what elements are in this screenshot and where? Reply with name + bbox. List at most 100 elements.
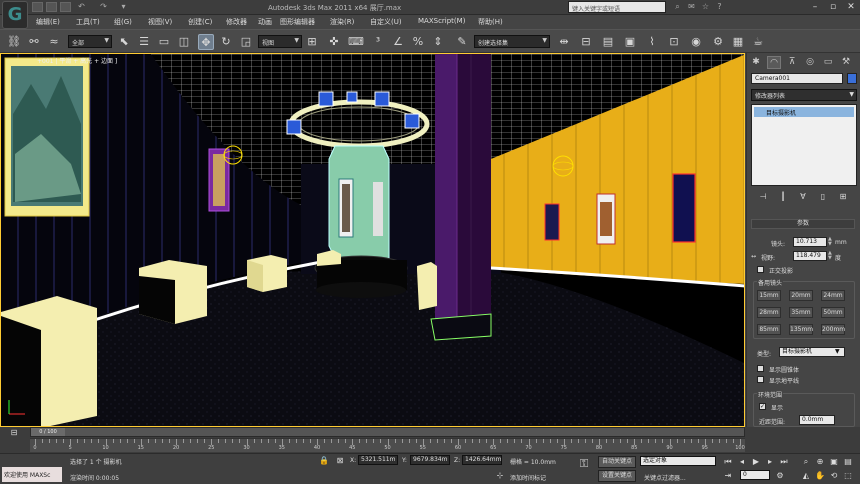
scale-icon[interactable]: ◲ bbox=[238, 34, 254, 50]
menu-maxscript[interactable]: MAXScript(M) bbox=[418, 17, 465, 25]
auto-key-button[interactable]: 自动关键点 bbox=[598, 456, 636, 468]
mirror-icon[interactable]: ⇹ bbox=[556, 34, 572, 50]
lens-50mm-button[interactable]: 50mm bbox=[821, 307, 845, 318]
graphite-icon[interactable]: ▣ bbox=[622, 34, 638, 50]
prev-frame-icon[interactable]: ◂ bbox=[736, 456, 748, 467]
set-key-button[interactable]: 设置关键点 bbox=[598, 470, 636, 482]
menu-edit[interactable]: 编辑(E) bbox=[36, 17, 60, 27]
ref-coord-dropdown[interactable]: 视图 ▼ bbox=[258, 35, 302, 48]
menu-help[interactable]: 帮助(H) bbox=[478, 17, 503, 27]
schematic-view-icon[interactable]: ⊡ bbox=[666, 34, 682, 50]
select-link-icon[interactable]: ⛓ bbox=[6, 34, 22, 50]
render-teapot-icon[interactable]: ☕ bbox=[750, 34, 766, 50]
configure-sets-icon[interactable]: ⊞ bbox=[837, 191, 849, 203]
snap-3d-icon[interactable]: ³ bbox=[370, 34, 386, 50]
y-coord-field[interactable]: 9679.834m bbox=[410, 455, 450, 465]
time-config-icon[interactable]: ⚙ bbox=[774, 470, 786, 481]
fov-direction-icon[interactable]: ↔ bbox=[751, 253, 756, 260]
make-unique-icon[interactable]: ∀ bbox=[797, 191, 809, 203]
bind-space-warp-icon[interactable]: ≈ bbox=[46, 34, 62, 50]
lens-200mm-button[interactable]: 200mm bbox=[821, 324, 845, 335]
motion-tab-icon[interactable]: ◎ bbox=[803, 56, 817, 69]
lens-135mm-button[interactable]: 135mm bbox=[789, 324, 813, 335]
lens-35mm-button[interactable]: 35mm bbox=[789, 307, 813, 318]
open-file-icon[interactable] bbox=[46, 2, 57, 12]
object-name-field[interactable]: Camera001 bbox=[751, 73, 843, 84]
modifier-list-dropdown[interactable]: 修改器列表 ▼ bbox=[751, 89, 857, 101]
time-slider[interactable]: 0 / 100 bbox=[30, 427, 745, 437]
maxscript-listener[interactable]: 欢迎使用 MAXSc bbox=[2, 467, 62, 482]
maximize-viewport-icon[interactable]: ⬚ bbox=[842, 470, 854, 481]
zoom-all-icon[interactable]: ⊕ bbox=[814, 456, 826, 467]
menu-graph-editors[interactable]: 图形编辑器 bbox=[280, 17, 315, 27]
app-logo[interactable]: G bbox=[2, 1, 28, 29]
menu-modifiers[interactable]: 修改器 bbox=[226, 17, 247, 27]
show-cone-checkbox[interactable] bbox=[757, 365, 764, 372]
search-input[interactable]: 键入关键字或短语 bbox=[568, 1, 666, 13]
next-frame-icon[interactable]: ▸ bbox=[764, 456, 776, 467]
play-icon[interactable]: ▶ bbox=[750, 456, 762, 467]
object-color-swatch[interactable] bbox=[847, 73, 857, 84]
key-mode-icon[interactable]: ⇥ bbox=[722, 470, 734, 481]
zoom-extents-icon[interactable]: ▣ bbox=[828, 456, 840, 467]
move-icon[interactable]: ✥ bbox=[198, 34, 214, 50]
fov-spinner[interactable]: ▲ ▼ bbox=[828, 251, 833, 261]
orbit-icon[interactable]: ⟲ bbox=[828, 470, 840, 481]
named-selection-dropdown[interactable]: 创建选择集 ▼ bbox=[474, 35, 550, 48]
layer-manager-icon[interactable]: ▤ bbox=[600, 34, 616, 50]
redo-icon[interactable]: ↷ bbox=[98, 2, 109, 12]
select-by-name-icon[interactable]: ☰ bbox=[136, 34, 152, 50]
close-icon[interactable]: ✕ bbox=[844, 1, 858, 13]
create-tab-icon[interactable]: ✱ bbox=[749, 56, 763, 69]
pan-icon[interactable]: ✋ bbox=[814, 470, 826, 481]
add-time-tag[interactable]: 添加时间标记 bbox=[510, 473, 546, 482]
menu-animation[interactable]: 动画 bbox=[258, 17, 272, 27]
minimize-icon[interactable]: – bbox=[808, 1, 822, 13]
near-range-input[interactable]: 0.0mm bbox=[799, 415, 835, 425]
selection-filter-dropdown[interactable]: 全部 ▼ bbox=[68, 35, 112, 48]
show-ranges-checkbox[interactable]: ✓ bbox=[759, 403, 766, 410]
lens-85mm-button[interactable]: 85mm bbox=[757, 324, 781, 335]
fov-input[interactable]: 118.479 bbox=[793, 251, 827, 261]
viewport-label[interactable]: +001 | 平滑 + 高光 + 边面 ] bbox=[7, 56, 117, 65]
utilities-tab-icon[interactable]: ⚒ bbox=[839, 56, 853, 69]
ortho-checkbox[interactable] bbox=[757, 266, 764, 273]
dropdown-arrow-icon[interactable]: ▾ bbox=[118, 2, 129, 12]
edit-named-selection-icon[interactable]: ✎ bbox=[454, 34, 470, 50]
menu-rendering[interactable]: 渲染(R) bbox=[330, 17, 354, 27]
pivot-center-icon[interactable]: ⊞ bbox=[304, 34, 320, 50]
remove-modifier-icon[interactable]: ▯ bbox=[817, 191, 829, 203]
select-manipulate-icon[interactable]: ✜ bbox=[326, 34, 342, 50]
modifier-stack[interactable]: 目标摄影机 bbox=[751, 104, 857, 186]
curve-editor-icon[interactable]: ⌇ bbox=[644, 34, 660, 50]
hierarchy-tab-icon[interactable]: ⊼ bbox=[785, 56, 799, 69]
lens-input[interactable]: 10.713 bbox=[793, 237, 827, 247]
undo-icon[interactable]: ↶ bbox=[76, 2, 87, 12]
render-setup-icon[interactable]: ⚙ bbox=[710, 34, 726, 50]
lens-20mm-button[interactable]: 20mm bbox=[789, 290, 813, 301]
zoom-extents-all-icon[interactable]: ▤ bbox=[842, 456, 854, 467]
zoom-icon[interactable]: ⌕ bbox=[800, 456, 812, 467]
params-rollout-header[interactable]: 参数 bbox=[751, 219, 855, 229]
lock-selection-icon[interactable]: 🔒 bbox=[318, 455, 330, 466]
goto-end-icon[interactable]: ⏭ bbox=[778, 456, 790, 467]
camera-viewport[interactable]: +001 | 平滑 + 高光 + 边面 ] bbox=[0, 53, 745, 427]
time-tag-icon[interactable]: ⊹ bbox=[494, 470, 506, 481]
lens-24mm-button[interactable]: 24mm bbox=[821, 290, 845, 301]
lens-28mm-button[interactable]: 28mm bbox=[757, 307, 781, 318]
unlink-icon[interactable]: ⚯ bbox=[26, 34, 42, 50]
mini-curve-icon[interactable]: ⊟ bbox=[8, 427, 20, 438]
rotate-icon[interactable]: ↻ bbox=[218, 34, 234, 50]
save-file-icon[interactable] bbox=[60, 2, 71, 12]
x-coord-field[interactable]: 5321.511m bbox=[358, 455, 398, 465]
restore-icon[interactable]: ▫ bbox=[826, 1, 840, 13]
percent-snap-icon[interactable]: % bbox=[410, 34, 426, 50]
show-horizon-checkbox[interactable] bbox=[757, 376, 764, 383]
key-filters-button[interactable]: 关键点过滤器... bbox=[644, 473, 686, 482]
absolute-mode-icon[interactable]: ⊠ bbox=[334, 455, 346, 466]
lens-spinner[interactable]: ▲ ▼ bbox=[828, 237, 833, 247]
spinner-snap-icon[interactable]: ⇕ bbox=[430, 34, 446, 50]
rect-selection-icon[interactable]: ▭ bbox=[156, 34, 172, 50]
communication-center-icon[interactable]: ✉ bbox=[686, 2, 697, 12]
help-icon[interactable]: ? bbox=[714, 2, 725, 12]
